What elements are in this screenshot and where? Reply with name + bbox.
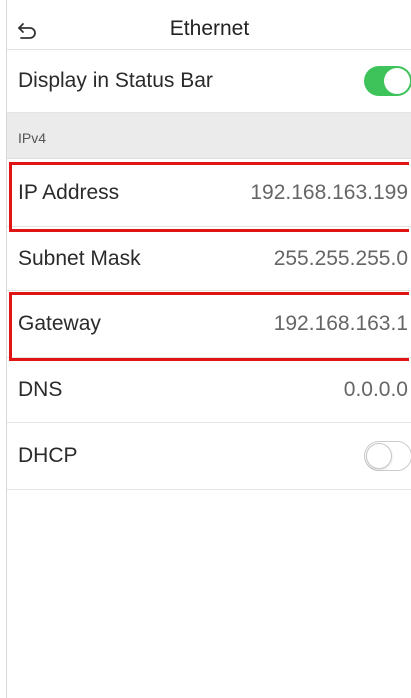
ip-address-row[interactable]: IP Address 192.168.163.199 [7,159,411,227]
ip-address-value: 192.168.163.199 [250,180,408,204]
subnet-mask-label: Subnet Mask [18,246,141,270]
ethernet-screen: Ethernet Display in Status Bar IPv4 IP A… [6,0,411,698]
toggle-knob [384,68,410,94]
dhcp-row[interactable]: DHCP [7,423,411,490]
subnet-mask-value: 255.255.255.0 [273,246,408,270]
gateway-value: 192.168.163.1 [273,312,408,335]
dns-value: 0.0.0.0 [343,378,408,401]
ip-address-label: IP Address [18,180,120,204]
page-title: Ethernet [169,17,250,40]
display-in-status-bar-label: Display in Status Bar [18,69,213,92]
dhcp-label: DHCP [18,444,78,467]
gateway-label: Gateway [18,312,101,335]
status-bar-toggle[interactable] [364,66,411,96]
toggle-knob [366,443,392,469]
dns-row[interactable]: DNS 0.0.0.0 [7,358,411,423]
dhcp-toggle[interactable] [364,441,411,471]
section-label: IPv4 [18,130,47,146]
subnet-mask-row[interactable]: Subnet Mask 255.255.255.0 [7,227,411,291]
header-bar: Ethernet [7,0,411,50]
gateway-row[interactable]: Gateway 192.168.163.1 [7,291,411,358]
display-in-status-bar-row[interactable]: Display in Status Bar [7,50,411,113]
dns-label: DNS [18,378,63,401]
section-header-ipv4: IPv4 [7,113,411,159]
